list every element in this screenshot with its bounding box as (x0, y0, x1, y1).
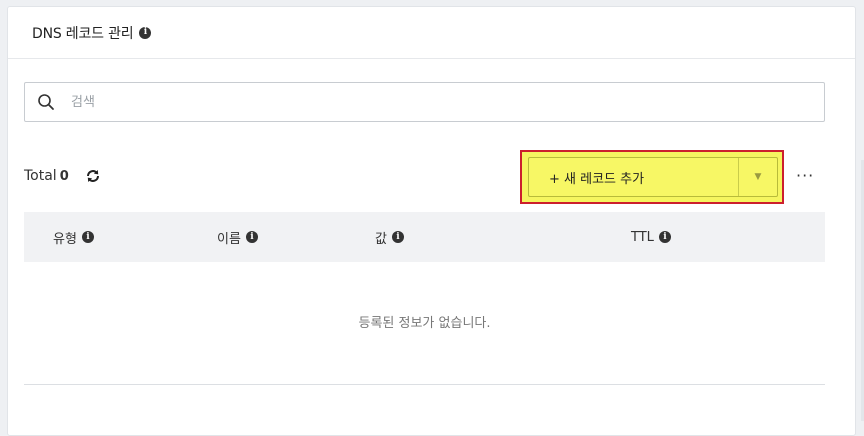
info-icon[interactable]: i (658, 231, 671, 243)
column-header-type[interactable]: 유형 i (53, 212, 94, 262)
search-box[interactable] (24, 82, 825, 122)
table-header: 유형 i 이름 i 값 i TTL i (24, 212, 825, 262)
total-summary: Total 0 (24, 168, 101, 184)
column-header-ttl[interactable]: TTL i (631, 212, 671, 262)
add-record-button[interactable]: + 새 레코드 추가 (529, 158, 739, 196)
chevron-down-icon[interactable]: ▼ (739, 158, 777, 196)
column-header-value[interactable]: 값 i (375, 212, 404, 262)
column-header-name[interactable]: 이름 i (217, 212, 258, 262)
empty-state-message: 등록된 정보가 없습니다. (358, 316, 491, 331)
panel-header: DNS 레코드 관리 i (8, 7, 855, 59)
info-icon[interactable]: i (81, 231, 94, 243)
search-icon (37, 93, 55, 111)
info-icon[interactable]: i (245, 231, 258, 243)
column-label: 값 (375, 231, 387, 247)
panel-title: DNS 레코드 관리 (32, 25, 134, 42)
column-label: TTL (631, 229, 654, 245)
add-record-split-button[interactable]: + 새 레코드 추가 ▼ (528, 157, 778, 197)
search-input[interactable] (69, 93, 793, 111)
total-label: Total (24, 168, 57, 184)
table-bottom-divider (24, 384, 825, 385)
more-options-icon[interactable]: ··· (796, 168, 814, 184)
info-icon[interactable]: i (391, 231, 404, 243)
total-count: 0 (59, 168, 69, 184)
column-label: 유형 (53, 231, 77, 247)
info-icon[interactable]: i (139, 26, 152, 39)
column-label: 이름 (217, 231, 241, 247)
refresh-icon[interactable] (85, 168, 101, 184)
